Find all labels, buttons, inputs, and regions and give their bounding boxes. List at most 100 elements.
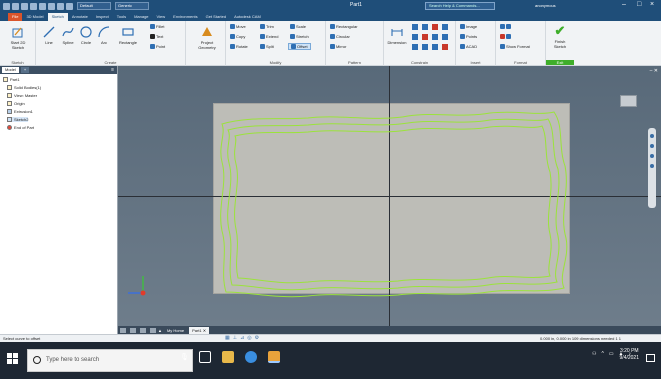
browser-tab-add[interactable]: +: [20, 67, 30, 73]
sketch-settings-icon[interactable]: ⚙: [255, 335, 259, 341]
polar-icon[interactable]: ◎: [247, 335, 251, 341]
project-field[interactable]: Default: [77, 2, 111, 10]
tab-environments[interactable]: Environments: [169, 13, 201, 21]
undo-icon[interactable]: [39, 2, 46, 10]
image-button[interactable]: Image: [460, 24, 477, 29]
tab-3d-model[interactable]: 3D Model: [22, 13, 47, 21]
browser-tab-model[interactable]: Model: [2, 67, 19, 73]
user-name[interactable]: anonymous: [535, 3, 556, 8]
notification-icon[interactable]: [646, 354, 655, 362]
dimension-button[interactable]: Dimension: [386, 23, 408, 53]
fillet-button[interactable]: Fillet: [150, 24, 164, 29]
tree-item-end-of-part[interactable]: End of Part: [7, 125, 34, 130]
construction-button[interactable]: [500, 24, 511, 29]
text-button[interactable]: Text: [150, 34, 163, 39]
rectangle-button[interactable]: Rectangle: [116, 23, 140, 53]
copy-button[interactable]: Copy: [230, 34, 245, 39]
select-icon[interactable]: [66, 2, 73, 10]
rotate-button[interactable]: Rotate: [230, 44, 248, 49]
arc-button[interactable]: Arc: [95, 23, 113, 53]
open-icon[interactable]: [21, 2, 28, 10]
tab-list-icon[interactable]: ▲: [158, 328, 162, 333]
sketch-curves[interactable]: [118, 66, 661, 326]
show-format-button[interactable]: Show Format: [500, 44, 530, 49]
line-button[interactable]: Line: [40, 23, 58, 53]
tile-vertical-icon[interactable]: [130, 327, 136, 333]
point-button[interactable]: Point: [150, 44, 165, 49]
project-geometry-button[interactable]: Project Geometry: [196, 23, 218, 53]
tree-item-part1[interactable]: Part1: [3, 77, 20, 82]
file-explorer-icon[interactable]: [222, 351, 234, 363]
scale-button[interactable]: Scale: [290, 24, 306, 29]
extend-button[interactable]: Extend: [260, 34, 278, 39]
circle-button[interactable]: Circle: [77, 23, 95, 53]
save-icon[interactable]: [30, 2, 37, 10]
move-button[interactable]: Move: [230, 24, 246, 29]
zoom-icon[interactable]: [650, 154, 654, 158]
task-view-icon[interactable]: [199, 351, 211, 363]
tab-file[interactable]: File: [8, 13, 23, 21]
chrome-icon[interactable]: [245, 351, 257, 363]
spline-button[interactable]: Spline: [59, 23, 77, 53]
home-icon[interactable]: [57, 2, 64, 10]
grid-snap-icon[interactable]: ▦: [225, 335, 230, 341]
tab-tools[interactable]: Tools: [113, 13, 130, 21]
tree-item-origin[interactable]: Origin: [7, 101, 25, 106]
tab-view[interactable]: View: [153, 13, 170, 21]
microphone-icon[interactable]: 🎙: [180, 353, 189, 361]
circular-pattern-button[interactable]: Circular: [330, 34, 350, 39]
browser-menu-icon[interactable]: ≡: [111, 67, 114, 73]
help-search-input[interactable]: Search Help & Commands...: [425, 2, 495, 10]
orbit-icon[interactable]: [650, 164, 654, 168]
arrange-icon[interactable]: [150, 327, 156, 333]
appearance-field[interactable]: Generic: [115, 2, 149, 10]
offset-sketch-curve[interactable]: [234, 125, 552, 284]
rectangular-pattern-button[interactable]: Rectangular: [330, 24, 358, 29]
tile-horizontal-icon[interactable]: [120, 327, 126, 333]
app-menu-icon[interactable]: [3, 2, 10, 10]
tab-autodesk-cam[interactable]: Autodesk CAM: [230, 13, 265, 21]
tree-item-extrusion1[interactable]: Extrusion1: [7, 109, 33, 114]
tab-my-home[interactable]: My Home: [164, 327, 187, 334]
tab-sketch[interactable]: Sketch: [47, 13, 68, 21]
constraint-inference-icon[interactable]: ⊿: [240, 335, 244, 341]
inventor-app-icon[interactable]: [268, 351, 280, 363]
outer-sketch-curve[interactable]: [220, 111, 568, 298]
tab-get-started[interactable]: Get Started: [202, 13, 230, 21]
ortho-icon[interactable]: ⊥: [233, 335, 237, 341]
mirror-button[interactable]: Mirror: [330, 44, 346, 49]
canvas-close-icon[interactable]: – ✕: [650, 68, 658, 74]
tab-inspect[interactable]: Inspect: [92, 13, 113, 21]
tree-item-view-master[interactable]: View: Master: [7, 93, 37, 98]
acad-button[interactable]: ACAD: [460, 44, 477, 49]
steering-wheel-icon[interactable]: [650, 134, 654, 138]
tree-item-sketch2[interactable]: Sketch2: [7, 117, 29, 122]
battery-icon[interactable]: ▭: [609, 351, 614, 357]
windows-start-icon[interactable]: [7, 353, 18, 364]
split-button[interactable]: Split: [260, 44, 274, 49]
offset-button[interactable]: Offset: [288, 43, 311, 50]
pan-icon[interactable]: [650, 144, 654, 148]
tab-annotate[interactable]: Annotate: [68, 13, 92, 21]
navigation-bar[interactable]: [648, 128, 656, 208]
tab-part1[interactable]: Part1 ✕: [189, 326, 210, 334]
points-button[interactable]: Points: [460, 34, 477, 39]
tab-manage[interactable]: Manage: [130, 13, 152, 21]
maximize-icon[interactable]: □: [637, 1, 641, 8]
redo-icon[interactable]: [48, 2, 55, 10]
close-icon[interactable]: ×: [650, 1, 654, 8]
middle-sketch-curve[interactable]: [227, 118, 560, 291]
trim-button[interactable]: Trim: [260, 24, 274, 29]
start-sketch-button[interactable]: Start 2D Sketch: [9, 23, 27, 53]
tree-item-solid-bodies[interactable]: Solid Bodies(1): [7, 85, 41, 90]
finish-sketch-button[interactable]: ✔ Finish Sketch: [551, 23, 569, 53]
people-icon[interactable]: ⚇: [592, 351, 596, 357]
minimize-icon[interactable]: –: [622, 1, 626, 8]
constraint-icons[interactable]: [412, 24, 452, 52]
show-hidden-icons[interactable]: ^: [601, 351, 603, 357]
viewcube[interactable]: [620, 95, 637, 107]
taskbar-search-input[interactable]: Type here to search: [27, 349, 193, 372]
tab-close-icon[interactable]: ✕: [203, 328, 206, 333]
taskbar-clock[interactable]: 3:20 PM 9/4/2021: [620, 348, 639, 362]
new-icon[interactable]: [12, 2, 19, 10]
